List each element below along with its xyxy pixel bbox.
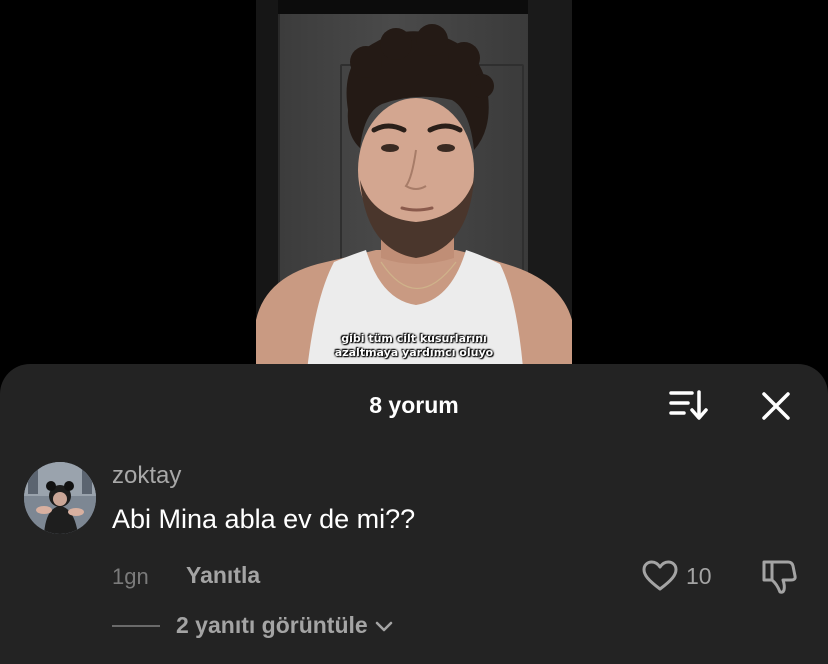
avatar[interactable]	[24, 462, 96, 534]
chevron-down-icon	[375, 621, 392, 631]
replies-divider	[112, 624, 160, 627]
comments-sheet: 8 yorum zoktay Abi Mina abla ev de mi?? …	[0, 364, 828, 664]
heart-outline-icon	[642, 560, 678, 591]
dislike-button[interactable]	[760, 558, 798, 596]
sort-descending-icon	[669, 390, 708, 420]
view-replies-label: 2 yanıtı görüntüle	[176, 612, 368, 638]
like-button[interactable]: 10	[642, 558, 712, 594]
comment-timestamp: 1gn	[112, 564, 149, 589]
reply-button[interactable]: Yanıtla	[186, 562, 260, 589]
close-icon	[762, 392, 790, 420]
video-caption: gibi tüm cilt kusurlarını azaltmaya yard…	[256, 332, 572, 360]
comment-text: Abi Mina abla ev de mi??	[112, 504, 416, 534]
close-comments-button[interactable]	[758, 388, 794, 424]
video-person	[256, 24, 572, 380]
sort-comments-button[interactable]	[668, 388, 708, 422]
video-caption-line-1: gibi tüm cilt kusurlarını	[341, 332, 487, 345]
video-player[interactable]: gibi tüm cilt kusurlarını azaltmaya yard…	[256, 0, 572, 380]
view-replies-button[interactable]: 2 yanıtı görüntüle	[112, 612, 394, 639]
video-caption-line-2: azaltmaya yardımcı oluyo	[334, 346, 494, 359]
thumbs-down-icon	[762, 560, 797, 594]
comment-username[interactable]: zoktay	[112, 462, 181, 490]
like-count: 10	[686, 562, 712, 589]
